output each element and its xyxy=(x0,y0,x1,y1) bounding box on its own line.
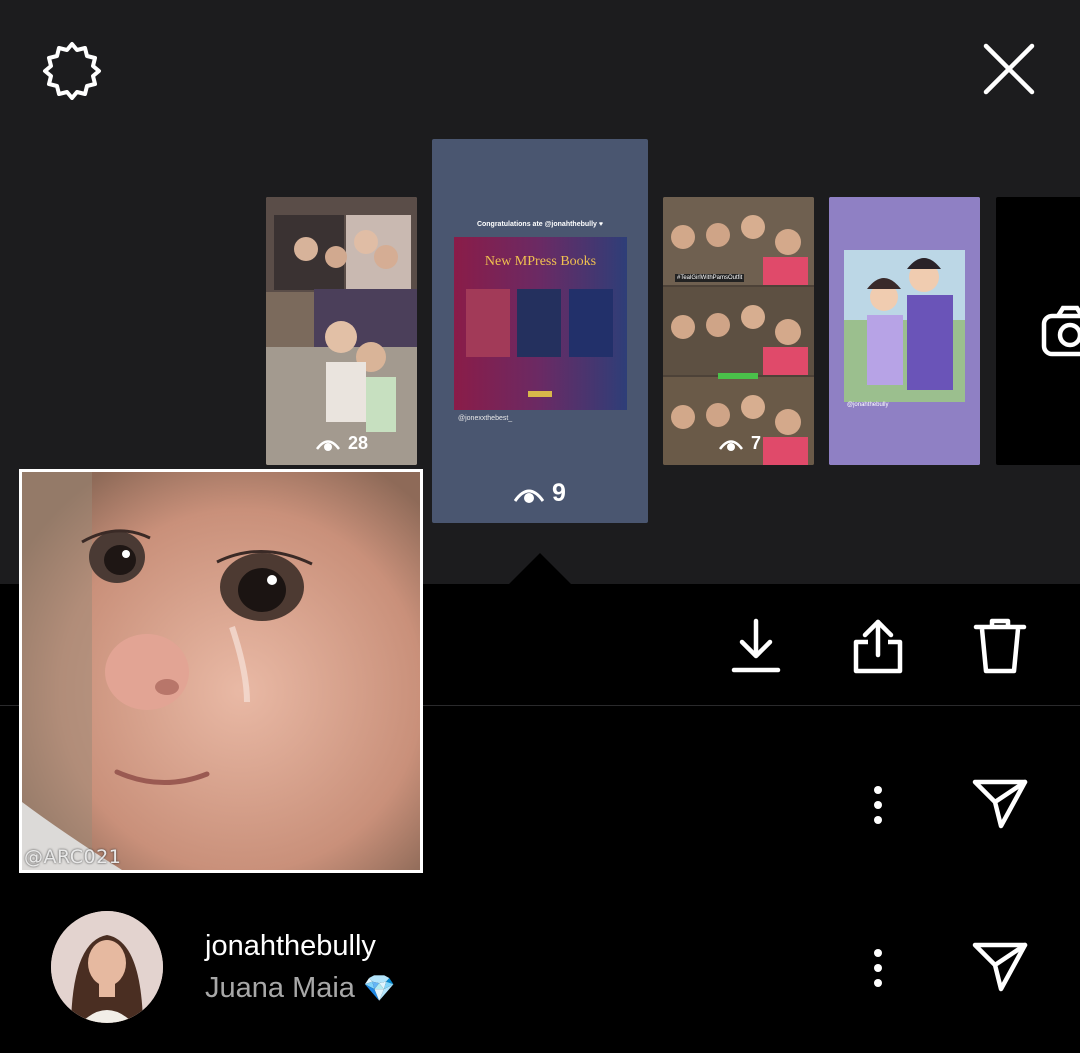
share-icon xyxy=(853,619,903,674)
gear-icon xyxy=(43,42,101,100)
story-handle: @jonexxthebest_ xyxy=(458,415,513,422)
more-vertical-icon xyxy=(874,949,882,987)
profile-photo xyxy=(51,911,163,1023)
baby-face-image xyxy=(22,472,420,870)
trash-icon xyxy=(973,618,1027,674)
sticker-watermark: @ARC021 xyxy=(24,846,122,868)
send-icon xyxy=(972,942,1028,992)
eye-icon xyxy=(719,439,743,451)
download-icon xyxy=(731,618,781,673)
add-story-tile[interactable] xyxy=(996,197,1080,465)
send-message-button[interactable] xyxy=(968,936,1032,996)
view-count-value: 28 xyxy=(348,433,369,453)
book-covers xyxy=(466,289,613,397)
story-image xyxy=(266,197,417,465)
viewer-full-name: Juana Maia 💎 xyxy=(205,972,395,1005)
settings-button[interactable] xyxy=(36,34,108,106)
eye-icon xyxy=(514,489,544,503)
view-count-value: 9 xyxy=(552,479,566,507)
story-thumbnail-3[interactable]: #TealGirlWithPamsOutfit 7 xyxy=(663,197,814,465)
story-thumbnail-1[interactable]: 28 xyxy=(266,197,417,465)
view-count: 7 xyxy=(719,433,761,454)
sticker-image: @ARC021 xyxy=(19,469,423,873)
more-options-button[interactable] xyxy=(858,943,898,993)
story-thumbnail-4[interactable]: @jonahthebully xyxy=(829,197,980,465)
avatar[interactable] xyxy=(51,911,163,1023)
camera-icon xyxy=(1041,305,1080,357)
eye-icon xyxy=(316,439,340,451)
story-caption: Congratulations ate @jonahthebully ♥ xyxy=(476,221,604,228)
story-tag: #TealGirlWithPamsOutfit xyxy=(675,274,745,282)
more-options-button[interactable] xyxy=(858,780,898,830)
delete-button[interactable] xyxy=(968,614,1032,678)
view-count-value: 7 xyxy=(751,433,762,453)
diamond-icon: 💎 xyxy=(362,973,396,1003)
story-caption: @jonahthebully xyxy=(847,402,889,408)
story-thumbnail-2-selected[interactable]: Congratulations ate @jonahthebully ♥ New… xyxy=(432,139,648,523)
close-button[interactable] xyxy=(976,36,1042,102)
send-message-button[interactable] xyxy=(968,773,1032,833)
story-image xyxy=(829,197,980,465)
story-image xyxy=(663,197,814,465)
share-button[interactable] xyxy=(846,614,910,678)
close-icon xyxy=(983,43,1035,95)
view-count: 28 xyxy=(316,433,368,454)
send-icon xyxy=(972,779,1028,829)
more-vertical-icon xyxy=(874,786,882,824)
selected-story-pointer xyxy=(509,553,571,584)
book-card: New MPress Books xyxy=(454,237,627,410)
view-count: 9 xyxy=(514,479,566,508)
viewer-full-name-text: Juana Maia xyxy=(205,972,355,1004)
viewer-username[interactable]: jonahthebully xyxy=(205,930,376,963)
download-button[interactable] xyxy=(724,614,788,678)
